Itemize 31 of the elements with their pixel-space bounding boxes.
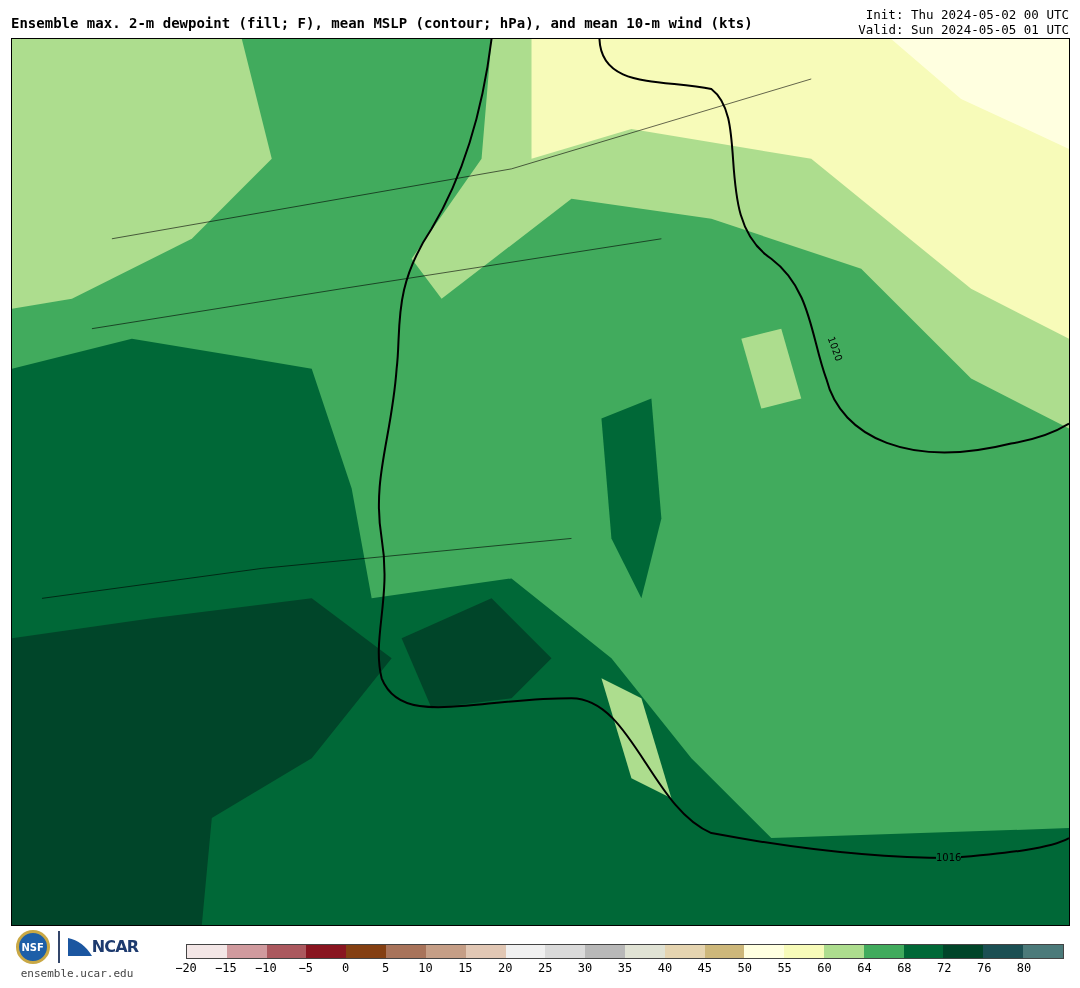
colorbar-tick-label: 20 [498, 962, 513, 974]
colorbar-tick-label: 76 [976, 962, 992, 974]
colorbar-tick-label: 25 [537, 962, 553, 974]
colorbar-tick-label: 15 [458, 962, 473, 974]
init-time: Init: Thu 2024-05-02 00 UTC [865, 7, 1069, 22]
colorbar-tick-label: 0 [342, 962, 350, 974]
colorbar-tick-label: 35 [617, 962, 633, 974]
colorbar-tick-label: 5 [381, 962, 390, 974]
colorbar-tick-label: 50 [737, 962, 752, 974]
colorbar-tick-label: −20 [175, 962, 197, 974]
colorbar-tick-label: 64 [857, 962, 872, 974]
contour-label: 1016 [936, 853, 962, 863]
contour-label: 1020 [825, 335, 844, 363]
colorbar-tick-label: 68 [897, 962, 912, 974]
colorbar-tick-label: 45 [697, 962, 713, 974]
colorbar-tick-label: −15 [215, 962, 237, 974]
colorbar-tick-label: −10 [254, 962, 277, 974]
colorbar-tick-label: 80 [1016, 962, 1032, 974]
valid-time: Valid: Sun 2024-05-05 01 UTC [858, 22, 1069, 37]
colorbar-tick-label: 55 [777, 962, 792, 974]
nsf-logo: NSF [15, 930, 50, 964]
ncar-logo: NCAR [91, 936, 139, 958]
ncar-emblem-icon [67, 938, 92, 956]
colorbar-tick-label: 72 [937, 962, 952, 974]
colorbar-tick-label: 10 [418, 962, 433, 974]
plot-title: Ensemble max. 2-m dewpoint (fill; F), mean MSLP (contour; hPa), and mean 10-m wind (kts) [11, 14, 753, 33]
colorbar-tick-label: 60 [817, 962, 832, 974]
colorbar-tick-label: 30 [577, 962, 593, 974]
site-url: ensemble.ucar.edu [20, 966, 134, 982]
colorbar-tick-label: 40 [657, 962, 673, 974]
colorbar-tick-label: −5 [298, 962, 313, 974]
